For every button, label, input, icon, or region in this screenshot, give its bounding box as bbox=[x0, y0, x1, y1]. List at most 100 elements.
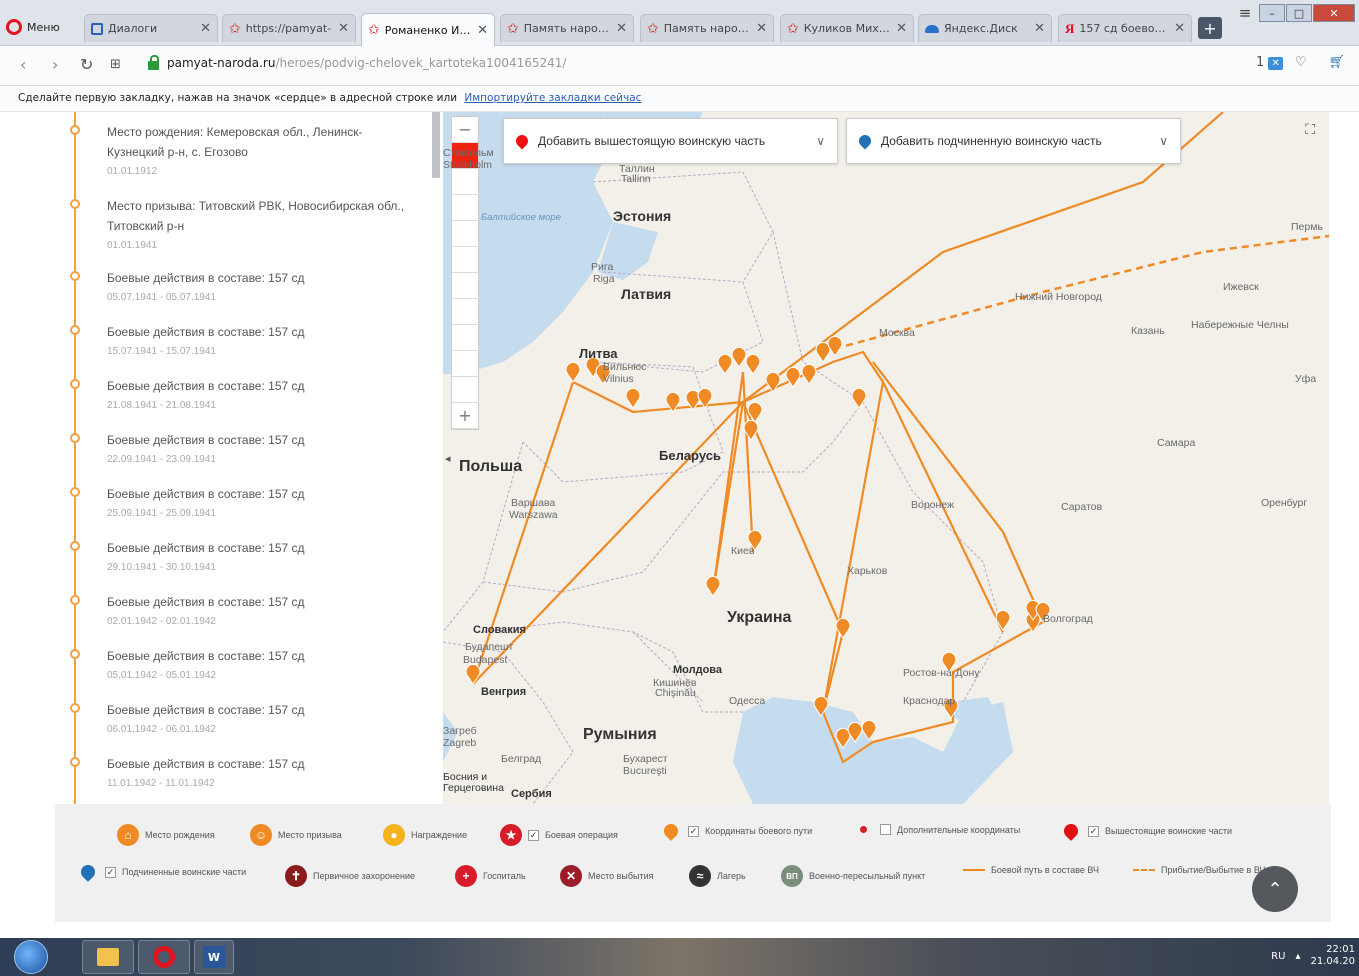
edge-label: Босния и Герцеговина bbox=[443, 771, 504, 794]
legend-checkbox[interactable] bbox=[880, 824, 891, 835]
scroll-to-top-button[interactable]: ⌃ bbox=[1252, 866, 1298, 912]
timeline-scrollbar[interactable] bbox=[432, 112, 440, 178]
route-pin-icon[interactable] bbox=[785, 366, 801, 388]
speed-dial-icon[interactable]: ⊞ bbox=[110, 57, 121, 72]
zoom-step[interactable] bbox=[452, 247, 478, 273]
browser-tab[interactable]: Яндекс.Диск ✕ bbox=[918, 14, 1052, 42]
close-tab-icon[interactable]: ✕ bbox=[1034, 21, 1045, 36]
browser-tab[interactable]: ✩ https://pamyat- ✕ bbox=[222, 14, 356, 42]
reload-icon[interactable]: ↻ bbox=[80, 55, 93, 74]
route-pin-icon[interactable] bbox=[731, 346, 747, 368]
url-field[interactable]: pamyat-naroda.ru/heroes/podvig-chelovek_… bbox=[148, 54, 566, 70]
back-icon[interactable]: ‹ bbox=[20, 55, 26, 74]
legend-item[interactable]: Дополнительные координаты bbox=[853, 824, 1020, 835]
combat-path-timeline[interactable]: Место рождения: Кемеровская обл., Ленинс… bbox=[55, 112, 440, 804]
import-bookmarks-link[interactable]: Импортируйте закладки сейчас bbox=[464, 92, 641, 104]
legend-item[interactable]: ✓ Координаты боевого пути bbox=[660, 821, 812, 841]
opera-taskbar-button[interactable] bbox=[138, 940, 190, 974]
route-pin-icon[interactable] bbox=[717, 353, 733, 375]
route-pin-icon[interactable] bbox=[827, 335, 843, 357]
close-tab-icon[interactable]: ✕ bbox=[1174, 21, 1185, 36]
zoom-step[interactable] bbox=[452, 377, 478, 403]
timeline-event-date: 11.01.1942 - 11.01.1942 bbox=[107, 778, 215, 789]
legend-item[interactable]: ✓ Подчиненные воинские части bbox=[77, 862, 246, 882]
zoom-step[interactable] bbox=[452, 273, 478, 299]
dashed-line-icon bbox=[1133, 869, 1155, 871]
city-label: Набережные Челны bbox=[1191, 319, 1289, 331]
fullscreen-icon[interactable]: ⛶ bbox=[1305, 122, 1315, 138]
cart-icon[interactable]: 🛒︎ bbox=[1328, 55, 1345, 70]
route-pin-icon[interactable] bbox=[565, 361, 581, 383]
zoom-in-button[interactable]: + bbox=[452, 403, 478, 429]
star-icon: ✩ bbox=[787, 20, 799, 37]
legend-checkbox[interactable]: ✓ bbox=[688, 825, 699, 837]
browser-tab[interactable]: ✩ Память народа ✕ bbox=[500, 14, 634, 42]
chevron-down-icon: ∨ bbox=[816, 134, 825, 148]
word-taskbar-button[interactable]: W bbox=[194, 940, 234, 974]
legend-checkbox[interactable]: ✓ bbox=[105, 866, 116, 878]
close-tab-icon[interactable]: ✕ bbox=[896, 21, 907, 36]
maximize-button[interactable]: □ bbox=[1286, 4, 1312, 22]
city-label: Zagreb bbox=[443, 737, 477, 749]
route-pin-icon[interactable] bbox=[801, 363, 817, 385]
browser-tab[interactable]: Я 157 сд боевой п ✕ bbox=[1058, 14, 1192, 42]
new-tab-button[interactable]: + bbox=[1198, 17, 1222, 39]
zoom-step[interactable] bbox=[452, 169, 478, 195]
route-pin-icon[interactable] bbox=[465, 663, 481, 685]
timeline-dot-icon bbox=[70, 487, 80, 497]
route-pin-icon[interactable] bbox=[745, 353, 761, 375]
square-icon bbox=[91, 22, 103, 35]
subordinate-unit-dropdown[interactable]: Добавить подчиненную воинскую часть ∨ bbox=[846, 118, 1181, 164]
close-tab-icon[interactable]: ✕ bbox=[477, 23, 488, 38]
city-label: Москва bbox=[879, 327, 915, 339]
zoom-step[interactable] bbox=[452, 325, 478, 351]
country-label: Румыния bbox=[583, 726, 657, 743]
country-label: Латвия bbox=[621, 286, 672, 302]
route-pin-icon[interactable] bbox=[625, 387, 641, 409]
route-pin-icon[interactable] bbox=[995, 609, 1011, 631]
tray-expand-icon[interactable]: ▴ bbox=[1295, 951, 1300, 962]
vpn-indicator[interactable]: 1 ✕ bbox=[1256, 55, 1283, 70]
zoom-step[interactable] bbox=[452, 195, 478, 221]
language-indicator[interactable]: RU bbox=[1271, 951, 1285, 962]
browser-tab[interactable]: ✩ Память народа ✕ bbox=[640, 14, 774, 42]
person-icon: ☺ bbox=[250, 824, 272, 846]
browser-tab[interactable]: ✩ Романенко Ива ✕ bbox=[361, 13, 495, 46]
route-pin-icon[interactable] bbox=[765, 371, 781, 393]
browser-tab[interactable]: ✩ Куликов Михаи ✕ bbox=[780, 14, 914, 42]
legend-item[interactable]: ✓ Вышестоящие воинские части bbox=[1060, 821, 1232, 841]
collapse-panel-icon[interactable]: ◂ bbox=[445, 452, 451, 465]
city-label: Стокгольм bbox=[443, 147, 494, 159]
clock[interactable]: 22:01 21.04.20 bbox=[1310, 944, 1355, 968]
close-tab-icon[interactable]: ✕ bbox=[756, 21, 767, 36]
close-tab-icon[interactable]: ✕ bbox=[200, 21, 211, 36]
close-tab-icon[interactable]: ✕ bbox=[616, 21, 627, 36]
timeline-dot-icon bbox=[70, 703, 80, 713]
zoom-step[interactable] bbox=[452, 299, 478, 325]
city-label: Tallinn bbox=[621, 173, 651, 185]
start-button[interactable] bbox=[14, 940, 48, 974]
forward-icon[interactable]: › bbox=[52, 55, 58, 74]
disk-icon bbox=[925, 24, 939, 33]
city-label: Bucureşti bbox=[623, 765, 667, 777]
close-window-button[interactable]: ✕ bbox=[1313, 4, 1355, 22]
explorer-taskbar-button[interactable] bbox=[82, 940, 134, 974]
legend-checkbox[interactable]: ✓ bbox=[528, 829, 539, 841]
opera-menu-button[interactable]: Меню bbox=[6, 15, 60, 39]
bookmark-heart-icon[interactable]: ♡ bbox=[1295, 55, 1307, 70]
zoom-step[interactable] bbox=[452, 221, 478, 247]
route-pin-icon[interactable] bbox=[851, 387, 867, 409]
medal-icon: ● bbox=[383, 824, 405, 846]
superior-unit-dropdown[interactable]: Добавить вышестоящую воинскую часть ∨ bbox=[503, 118, 838, 164]
minimize-button[interactable]: – bbox=[1259, 4, 1285, 22]
combat-path-map[interactable]: − + Добавить вышестоящую воинскую часть … bbox=[443, 112, 1329, 804]
close-tab-icon[interactable]: ✕ bbox=[338, 21, 349, 36]
browser-tab[interactable]: Диалоги ✕ bbox=[84, 14, 218, 42]
legend-item[interactable]: ★ ✓ Боевая операция bbox=[500, 824, 618, 846]
easy-setup-icon[interactable]: ≡ bbox=[1232, 4, 1258, 22]
route-pin-icon[interactable] bbox=[705, 575, 721, 597]
legend-checkbox[interactable]: ✓ bbox=[1088, 825, 1099, 837]
zoom-step[interactable] bbox=[452, 351, 478, 377]
opera-icon bbox=[153, 946, 175, 968]
zoom-out-button[interactable]: − bbox=[452, 117, 478, 143]
